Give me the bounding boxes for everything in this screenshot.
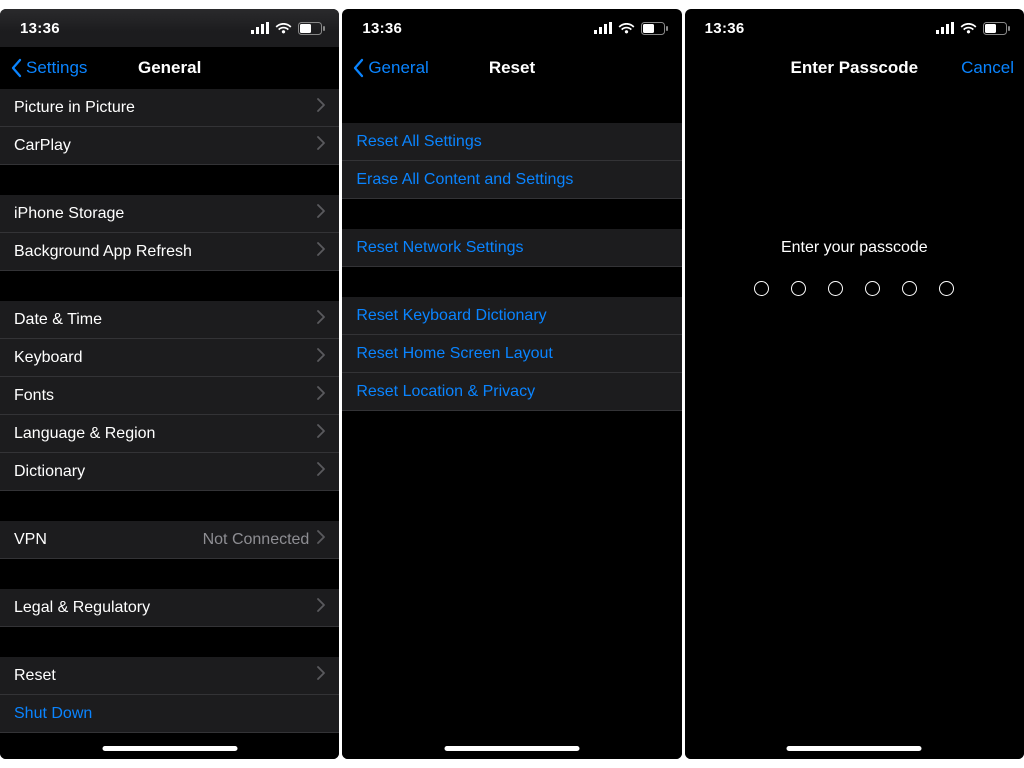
back-label: Settings [26,58,87,78]
status-time: 13:36 [705,20,745,37]
chevron-right-icon [317,310,325,329]
row-background-app-refresh[interactable]: Background App Refresh [0,233,339,271]
status-bar: 13:36 [342,9,681,47]
row-label: Dictionary [14,463,85,481]
row-carplay[interactable]: CarPlay [0,127,339,165]
status-indicators [594,22,668,35]
row-reset-keyboard-dict[interactable]: Reset Keyboard Dictionary [342,297,681,335]
chevron-left-icon [352,58,364,78]
row-label: Erase All Content and Settings [356,171,573,189]
reset-list[interactable]: Reset All Settings Erase All Content and… [342,89,681,759]
home-indicator[interactable] [102,746,237,751]
chevron-right-icon [317,424,325,443]
nav-bar: General Reset [342,47,681,89]
nav-bar: Enter Passcode Cancel [685,47,1024,89]
row-label: Reset Network Settings [356,239,523,257]
row-language-region[interactable]: Language & Region [0,415,339,453]
row-reset-network[interactable]: Reset Network Settings [342,229,681,267]
chevron-right-icon [317,348,325,367]
back-button[interactable]: General [352,58,428,78]
status-time: 13:36 [20,20,60,37]
row-label: Fonts [14,387,54,405]
row-value: Not Connected [47,531,309,549]
row-erase-all-content[interactable]: Erase All Content and Settings [342,161,681,199]
wifi-icon [275,22,292,34]
cellular-icon [594,22,612,34]
status-time: 13:36 [362,20,402,37]
row-keyboard[interactable]: Keyboard [0,339,339,377]
battery-icon [983,22,1010,35]
row-label: Reset [14,667,56,685]
chevron-right-icon [317,98,325,117]
row-picture-in-picture[interactable]: Picture in Picture [0,89,339,127]
screen-general: 13:36 Settings General Picture in Pictur… [0,9,339,759]
three-screens: 13:36 Settings General Picture in Pictur… [0,0,1024,768]
passcode-prompt: Enter your passcode [781,239,928,257]
home-indicator[interactable] [444,746,579,751]
row-dictionary[interactable]: Dictionary [0,453,339,491]
row-label: Date & Time [14,311,102,329]
row-label: Shut Down [14,705,92,723]
chevron-right-icon [317,462,325,481]
back-label: General [368,58,428,78]
row-label: Reset All Settings [356,133,481,151]
row-reset[interactable]: Reset [0,657,339,695]
passcode-dot [828,281,843,296]
settings-list[interactable]: Picture in Picture CarPlay iPhone Storag… [0,89,339,759]
chevron-right-icon [317,666,325,685]
row-reset-home-layout[interactable]: Reset Home Screen Layout [342,335,681,373]
row-fonts[interactable]: Fonts [0,377,339,415]
chevron-right-icon [317,204,325,223]
row-label: Legal & Regulatory [14,599,150,617]
row-label: CarPlay [14,137,71,155]
passcode-dot [902,281,917,296]
row-vpn[interactable]: VPN Not Connected [0,521,339,559]
row-legal-regulatory[interactable]: Legal & Regulatory [0,589,339,627]
nav-bar: Settings General [0,47,339,89]
screen-passcode: 13:36 Enter Passcode Cancel Enter your p… [685,9,1024,759]
row-shut-down[interactable]: Shut Down [0,695,339,733]
status-indicators [251,22,325,35]
row-label: iPhone Storage [14,205,124,223]
row-label: VPN [14,531,47,549]
row-reset-location-privacy[interactable]: Reset Location & Privacy [342,373,681,411]
chevron-right-icon [317,242,325,261]
chevron-right-icon [317,136,325,155]
chevron-left-icon [10,58,22,78]
wifi-icon [618,22,635,34]
battery-icon [641,22,668,35]
row-label: Reset Keyboard Dictionary [356,307,546,325]
back-button[interactable]: Settings [10,58,87,78]
cellular-icon [251,22,269,34]
battery-icon [298,22,325,35]
passcode-body: Enter your passcode [685,89,1024,759]
screen-reset: 13:36 General Reset Reset All Settings E… [342,9,681,759]
passcode-dots[interactable] [754,281,954,296]
wifi-icon [960,22,977,34]
cancel-button[interactable]: Cancel [961,58,1014,78]
chevron-right-icon [317,598,325,617]
row-label: Background App Refresh [14,243,192,261]
home-indicator[interactable] [787,746,922,751]
row-label: Language & Region [14,425,155,443]
row-date-time[interactable]: Date & Time [0,301,339,339]
row-label: Picture in Picture [14,99,135,117]
passcode-dot [865,281,880,296]
chevron-right-icon [317,386,325,405]
passcode-dot [791,281,806,296]
status-bar: 13:36 [0,9,339,47]
status-bar: 13:36 [685,9,1024,47]
row-reset-all-settings[interactable]: Reset All Settings [342,123,681,161]
passcode-dot [754,281,769,296]
status-indicators [936,22,1010,35]
chevron-right-icon [317,530,325,549]
row-label: Reset Location & Privacy [356,383,535,401]
row-iphone-storage[interactable]: iPhone Storage [0,195,339,233]
row-label: Keyboard [14,349,83,367]
row-label: Reset Home Screen Layout [356,345,553,363]
passcode-dot [939,281,954,296]
cellular-icon [936,22,954,34]
